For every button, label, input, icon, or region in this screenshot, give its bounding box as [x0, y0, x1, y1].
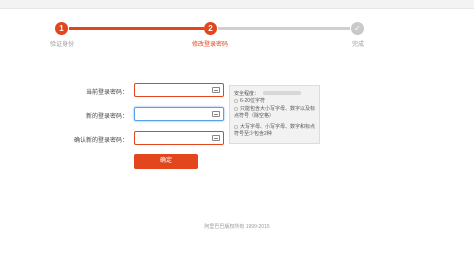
step-1-label: 验证身份	[49, 42, 74, 48]
circle-icon	[234, 98, 238, 103]
circle-icon	[234, 106, 238, 111]
confirm-password-field[interactable]	[134, 131, 224, 145]
confirm-password-label: 确认新的登录密码：	[73, 138, 128, 144]
security-level-label: 安全程度：	[234, 91, 260, 97]
security-level-meter	[263, 91, 301, 95]
keyboard-icon[interactable]	[212, 135, 220, 141]
new-password-field[interactable]	[134, 107, 224, 121]
keyboard-icon[interactable]	[212, 111, 220, 117]
current-password-input[interactable]	[135, 84, 215, 96]
tip-text: 只能包含大小写字母、数字以及标点符号（除空格）	[234, 106, 316, 119]
tip-text: 大写字母、小写字母、数字和标点符号至少包含2种	[234, 124, 316, 137]
confirm-password-input[interactable]	[135, 132, 215, 144]
password-tips-panel: 安全程度： 6-20位字符 只能包含大小写字母、数字以及标点符号（除空格） 大写…	[229, 85, 320, 144]
top-bar	[0, 0, 474, 9]
new-password-label: 新的登录密码：	[85, 114, 128, 120]
progress-line-completed	[69, 27, 204, 30]
progress-line-pending	[218, 27, 350, 30]
tip-item: 大写字母、小写字母、数字和标点符号至少包含2种	[234, 124, 318, 138]
tip-item: 6-20位字符	[234, 98, 318, 105]
step-2-indicator: 2	[204, 22, 217, 35]
footer-copyright: 阿里巴巴版权所有 1999-2015	[204, 224, 270, 230]
keyboard-icon[interactable]	[212, 87, 220, 93]
step-3-label: 完成	[351, 42, 364, 48]
submit-button[interactable]: 确定	[134, 154, 198, 169]
tip-text: 6-20位字符	[240, 98, 266, 104]
circle-icon	[234, 124, 238, 129]
new-password-input[interactable]	[135, 108, 215, 120]
tip-item: 只能包含大小写字母、数字以及标点符号（除空格）	[234, 106, 318, 120]
step-1-indicator: 1	[55, 22, 68, 35]
step-3-check-icon: ✓	[351, 22, 364, 35]
current-password-field[interactable]	[134, 83, 224, 97]
current-password-label: 当前登录密码：	[85, 90, 128, 96]
step-2-label: 修改登录密码	[191, 42, 228, 48]
